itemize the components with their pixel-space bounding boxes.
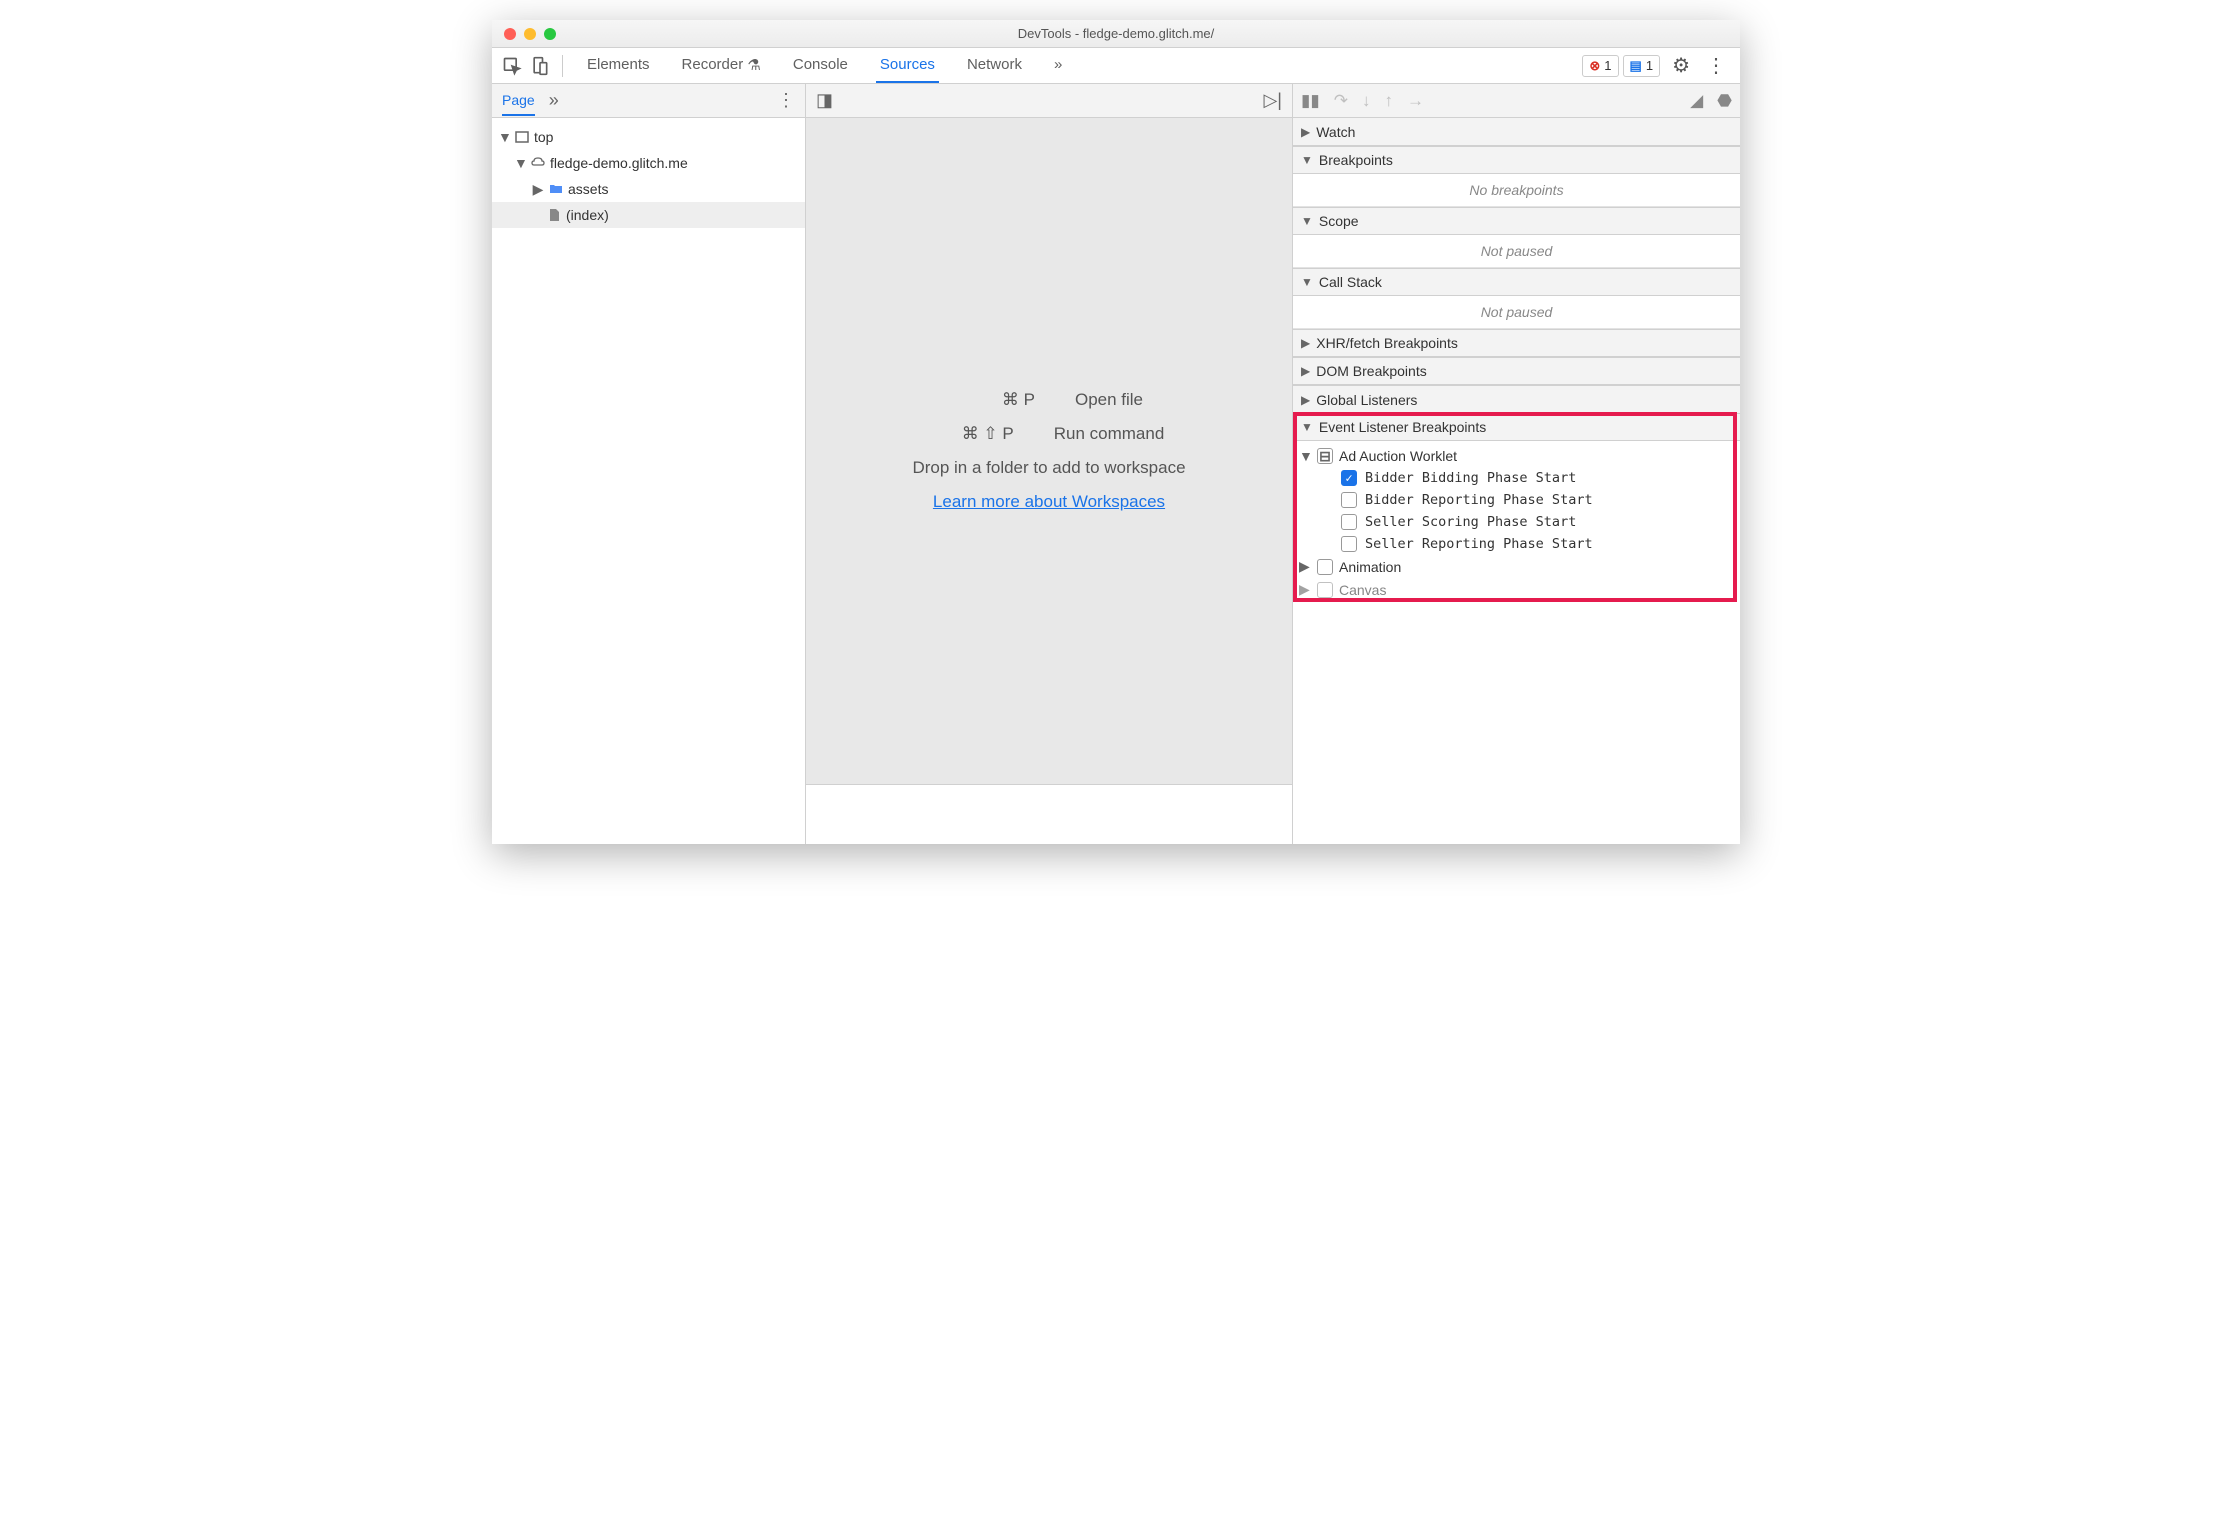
close-window-button[interactable]: [504, 28, 516, 40]
section-event-listener-breakpoints[interactable]: ▼Event Listener Breakpoints: [1293, 413, 1740, 441]
elb-seller-scoring[interactable]: Seller Scoring Phase Start: [1293, 511, 1740, 533]
chevron-right-icon: ▶: [1301, 125, 1310, 139]
page-tab[interactable]: Page: [502, 92, 535, 116]
section-xhr-breakpoints[interactable]: ▶XHR/fetch Breakpoints: [1293, 329, 1740, 357]
section-global-listeners[interactable]: ▶Global Listeners: [1293, 385, 1740, 413]
pause-icon[interactable]: ▮▮: [1301, 91, 1320, 111]
chevron-right-icon: ▶: [1301, 364, 1310, 378]
tree-top-label: top: [534, 129, 553, 145]
elb-category-canvas[interactable]: ▶ Canvas: [1293, 578, 1740, 601]
message-badge[interactable]: ▤1: [1623, 55, 1661, 77]
learn-more-link[interactable]: Learn more about Workspaces: [933, 492, 1165, 512]
checkbox-indeterminate[interactable]: ⊟: [1317, 448, 1333, 464]
tab-sources[interactable]: Sources: [876, 48, 939, 83]
file-icon: [546, 207, 562, 223]
folder-icon: [548, 181, 564, 197]
shortcut-open-file: ⌘ P Open file: [955, 390, 1143, 410]
breakpoints-empty: No breakpoints: [1293, 174, 1740, 207]
chevron-down-icon: ▼: [498, 129, 510, 145]
tab-console[interactable]: Console: [789, 48, 852, 83]
chevron-right-icon: ▶: [532, 181, 544, 198]
settings-icon[interactable]: ⚙: [1664, 53, 1698, 78]
chevron-down-icon: ▼: [1301, 275, 1313, 289]
tree-index-label: (index): [566, 207, 609, 223]
shortcut-run-command: ⌘ ⇧ P Run command: [934, 424, 1165, 444]
tree-origin[interactable]: ▼ fledge-demo.glitch.me: [492, 150, 805, 176]
checkbox-checked[interactable]: ✓: [1341, 470, 1357, 486]
tree-assets[interactable]: ▶ assets: [492, 176, 805, 202]
editor-pane: ◨ ▷| ⌘ P Open file ⌘ ⇧ P Run command Dro…: [806, 84, 1293, 844]
chevron-down-icon: ▼: [1299, 448, 1311, 464]
step-out-icon[interactable]: ↑: [1384, 91, 1393, 111]
chevron-right-icon: ▶: [1301, 336, 1310, 350]
window-titlebar: DevTools - fledge-demo.glitch.me/: [492, 20, 1740, 48]
more-nav-tabs-icon[interactable]: »: [549, 90, 559, 111]
nav-options-icon[interactable]: ⋮: [777, 90, 795, 111]
chevron-right-icon: ▶: [1301, 393, 1310, 407]
step-into-icon[interactable]: ↓: [1362, 91, 1371, 111]
call-stack-empty: Not paused: [1293, 296, 1740, 329]
tree-assets-label: assets: [568, 181, 608, 197]
chevron-right-icon: ▶: [1299, 558, 1311, 575]
section-call-stack[interactable]: ▼Call Stack: [1293, 268, 1740, 296]
elb-category-ad-auction[interactable]: ▼ ⊟ Ad Auction Worklet: [1293, 445, 1740, 467]
elb-category-animation[interactable]: ▶ Animation: [1293, 555, 1740, 578]
show-debugger-icon[interactable]: ▷|: [1263, 90, 1282, 111]
section-watch[interactable]: ▶Watch: [1293, 118, 1740, 146]
checkbox-unchecked[interactable]: [1317, 559, 1333, 575]
chevron-down-icon: ▼: [1301, 214, 1313, 228]
frame-icon: [514, 129, 530, 145]
tree-top[interactable]: ▼ top: [492, 124, 805, 150]
checkbox-unchecked[interactable]: [1341, 492, 1357, 508]
inspect-element-icon[interactable]: [498, 52, 526, 80]
device-toolbar-icon[interactable]: [526, 52, 554, 80]
deactivate-breakpoints-icon[interactable]: ◢: [1690, 91, 1703, 111]
section-breakpoints[interactable]: ▼Breakpoints: [1293, 146, 1740, 174]
checkbox-unchecked[interactable]: [1341, 536, 1357, 552]
debugger-pane: ▮▮ ↷ ↓ ↑ → ◢ ⬣ ▶Watch ▼Breakpoints No br…: [1293, 84, 1740, 844]
tab-network[interactable]: Network: [963, 48, 1026, 83]
chevron-down-icon: ▼: [514, 155, 526, 171]
section-dom-breakpoints[interactable]: ▶DOM Breakpoints: [1293, 357, 1740, 385]
step-over-icon[interactable]: ↷: [1334, 91, 1348, 111]
section-scope[interactable]: ▼Scope: [1293, 207, 1740, 235]
drop-folder-hint: Drop in a folder to add to workspace: [912, 458, 1185, 478]
window-title: DevTools - fledge-demo.glitch.me/: [492, 26, 1740, 41]
error-icon: ⊗: [1589, 58, 1600, 74]
show-navigator-icon[interactable]: ◨: [816, 90, 833, 111]
elb-bidder-reporting[interactable]: Bidder Reporting Phase Start: [1293, 489, 1740, 511]
more-tabs-icon[interactable]: »: [1050, 48, 1066, 83]
elb-bidder-bidding[interactable]: ✓ Bidder Bidding Phase Start: [1293, 467, 1740, 489]
scope-empty: Not paused: [1293, 235, 1740, 268]
checkbox-unchecked[interactable]: [1341, 514, 1357, 530]
message-icon: ▤: [1630, 58, 1642, 74]
devtools-toolbar: Elements Recorder ⚗ Console Sources Netw…: [492, 48, 1740, 84]
navigator-pane: Page » ⋮ ▼ top ▼ fledge-demo.glitch.me ▶…: [492, 84, 806, 844]
cloud-icon: [530, 155, 546, 171]
elb-seller-reporting[interactable]: Seller Reporting Phase Start: [1293, 533, 1740, 555]
tab-elements[interactable]: Elements: [583, 48, 654, 83]
tree-origin-label: fledge-demo.glitch.me: [550, 155, 688, 171]
more-options-icon[interactable]: ⋮: [1698, 53, 1734, 78]
pause-on-exceptions-icon[interactable]: ⬣: [1717, 91, 1732, 111]
zoom-window-button[interactable]: [544, 28, 556, 40]
checkbox-unchecked[interactable]: [1317, 582, 1333, 598]
tree-index[interactable]: (index): [492, 202, 805, 228]
chevron-down-icon: ▼: [1301, 153, 1313, 167]
chevron-down-icon: ▼: [1301, 420, 1313, 434]
tab-recorder[interactable]: Recorder ⚗: [678, 48, 765, 83]
chevron-right-icon: ▶: [1299, 581, 1311, 598]
minimize-window-button[interactable]: [524, 28, 536, 40]
step-icon[interactable]: →: [1407, 91, 1424, 111]
flask-icon: ⚗: [747, 56, 760, 74]
error-badge[interactable]: ⊗1: [1582, 55, 1618, 77]
